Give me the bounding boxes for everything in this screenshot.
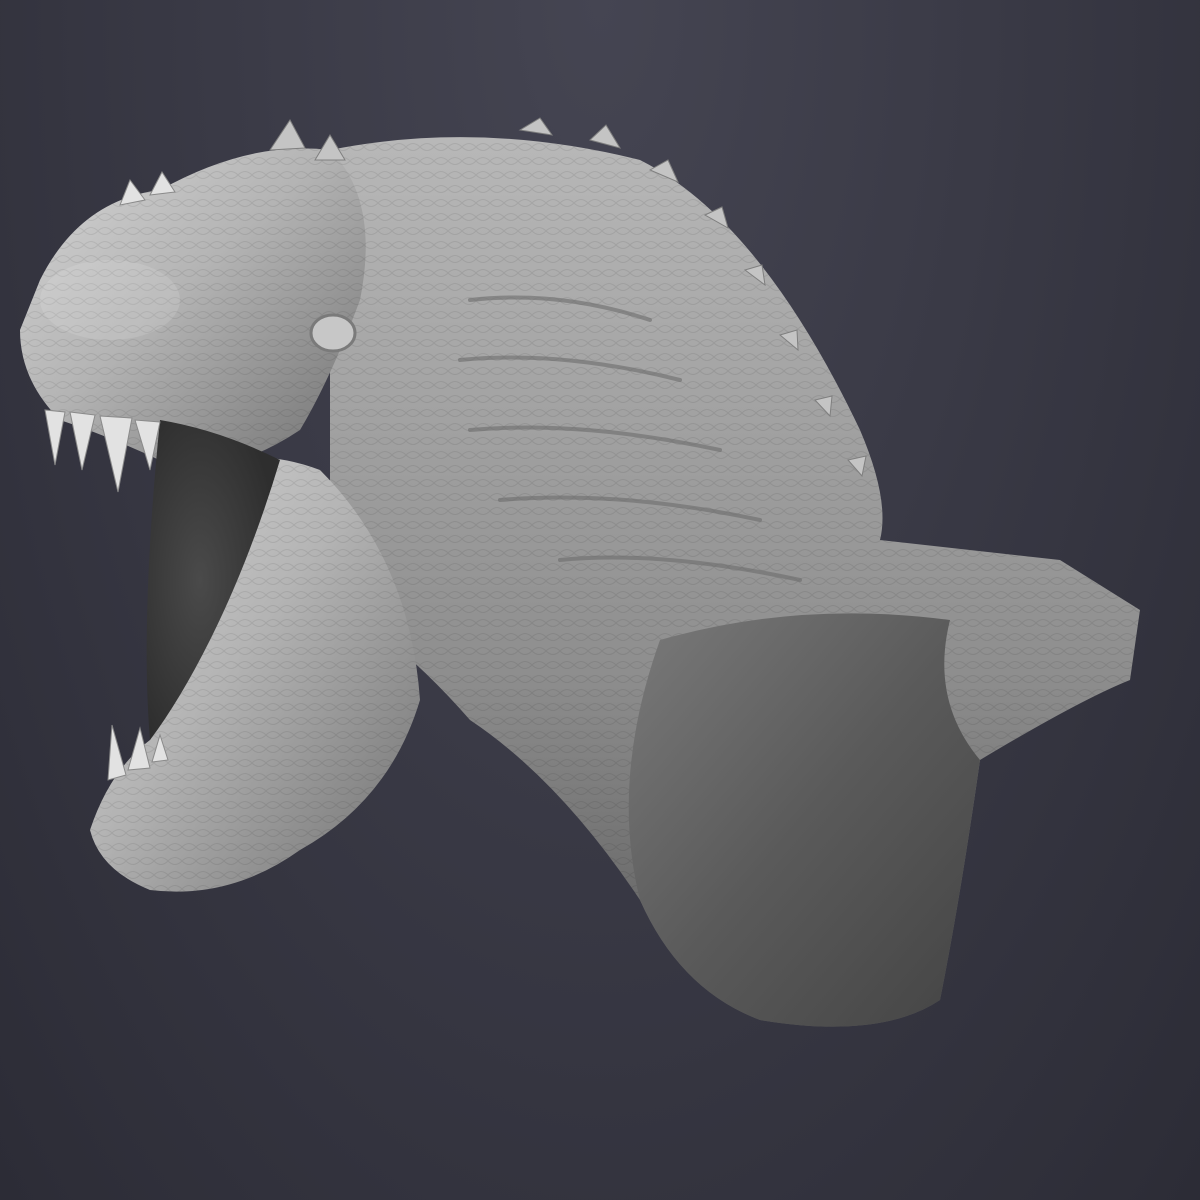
sculpt-render: [20, 117, 1140, 1027]
snout-highlight: [40, 260, 180, 340]
bust-cut-face: [628, 613, 980, 1027]
3d-viewport[interactable]: [0, 0, 1200, 1200]
eye: [309, 313, 357, 353]
